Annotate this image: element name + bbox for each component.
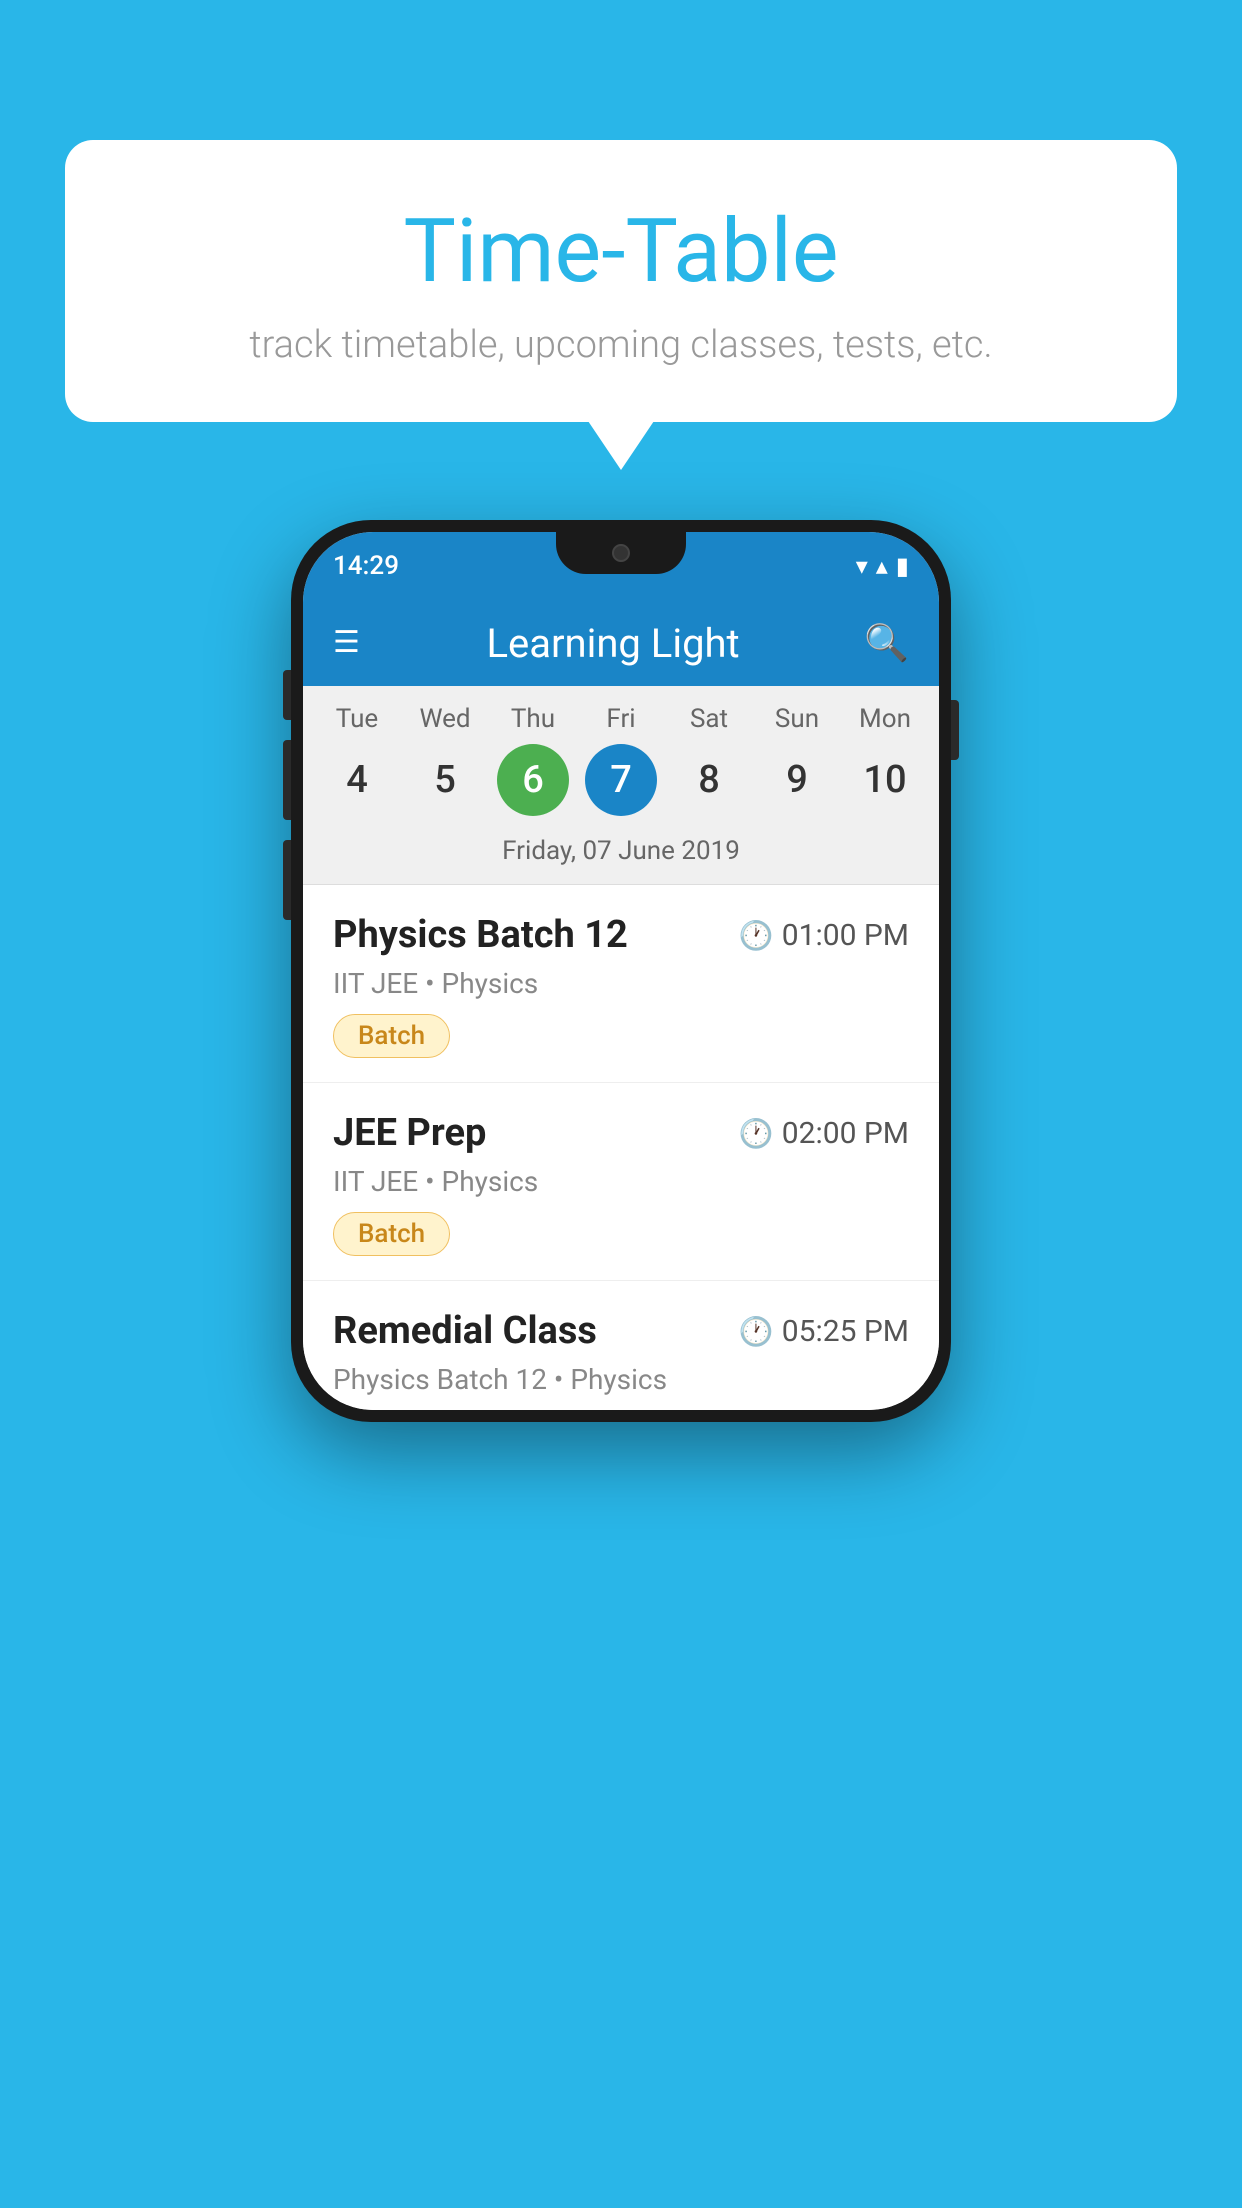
- day-7-selected[interactable]: 7: [585, 744, 657, 816]
- schedule-subtitle-1: IIT JEE • Physics: [333, 967, 909, 1000]
- day-10[interactable]: 10: [849, 744, 921, 816]
- day-labels: Tue Wed Thu Fri Sat Sun Mon: [303, 704, 939, 734]
- clock-icon-1: 🕐: [739, 919, 774, 952]
- schedule-row1-item2: JEE Prep 🕐 02:00 PM: [333, 1111, 909, 1155]
- batch-tag-2: Batch: [333, 1212, 450, 1256]
- schedule-subtitle-2: IIT JEE • Physics: [333, 1165, 909, 1198]
- phone-screen: 14:29 ▾ ▴ ▮ ☰ Learning Light 🔍 Tue: [303, 532, 939, 1410]
- schedule-time-1: 🕐 01:00 PM: [739, 918, 909, 953]
- power-button: [951, 700, 959, 760]
- day-numbers: 4 5 6 7 8 9 10: [303, 744, 939, 816]
- clock-icon-2: 🕐: [739, 1117, 774, 1150]
- speech-bubble-container: Time-Table track timetable, upcoming cla…: [65, 140, 1177, 422]
- day-6-today[interactable]: 6: [497, 744, 569, 816]
- schedule-time-3: 🕐 05:25 PM: [739, 1314, 909, 1349]
- schedule-row1-item3: Remedial Class 🕐 05:25 PM: [333, 1309, 909, 1353]
- day-label-sun: Sun: [761, 704, 833, 734]
- speech-bubble: Time-Table track timetable, upcoming cla…: [65, 140, 1177, 422]
- calendar-strip: Tue Wed Thu Fri Sat Sun Mon 4 5 6 7 8 9 …: [303, 686, 939, 885]
- time-value-3: 05:25 PM: [782, 1314, 909, 1349]
- schedule-item-1[interactable]: Physics Batch 12 🕐 01:00 PM IIT JEE • Ph…: [303, 885, 939, 1083]
- schedule-title-3: Remedial Class: [333, 1309, 597, 1353]
- bubble-title: Time-Table: [115, 200, 1127, 303]
- status-time: 14:29: [333, 551, 399, 581]
- schedule-item-3[interactable]: Remedial Class 🕐 05:25 PM Physics Batch …: [303, 1281, 939, 1410]
- day-label-wed: Wed: [409, 704, 481, 734]
- search-icon[interactable]: 🔍: [864, 622, 909, 664]
- status-bar: 14:29 ▾ ▴ ▮: [303, 532, 939, 600]
- day-label-mon: Mon: [849, 704, 921, 734]
- clock-icon-3: 🕐: [739, 1315, 774, 1348]
- day-9[interactable]: 9: [761, 744, 833, 816]
- phone-outer: 14:29 ▾ ▴ ▮ ☰ Learning Light 🔍 Tue: [291, 520, 951, 1422]
- schedule-time-2: 🕐 02:00 PM: [739, 1116, 909, 1151]
- time-value-2: 02:00 PM: [782, 1116, 909, 1151]
- battery-icon: ▮: [896, 552, 909, 580]
- volume-up-button: [283, 740, 291, 820]
- schedule-title-1: Physics Batch 12: [333, 913, 628, 957]
- schedule-list: Physics Batch 12 🕐 01:00 PM IIT JEE • Ph…: [303, 885, 939, 1410]
- day-5[interactable]: 5: [409, 744, 481, 816]
- app-header: ☰ Learning Light 🔍: [303, 600, 939, 686]
- signal-icon: ▴: [876, 552, 888, 580]
- schedule-row1-item1: Physics Batch 12 🕐 01:00 PM: [333, 913, 909, 957]
- phone-mockup: 14:29 ▾ ▴ ▮ ☰ Learning Light 🔍 Tue: [291, 520, 951, 1422]
- bubble-subtitle: track timetable, upcoming classes, tests…: [115, 323, 1127, 367]
- day-4[interactable]: 4: [321, 744, 393, 816]
- day-label-thu: Thu: [497, 704, 569, 734]
- volume-down-button: [283, 840, 291, 920]
- schedule-item-2[interactable]: JEE Prep 🕐 02:00 PM IIT JEE • Physics Ba…: [303, 1083, 939, 1281]
- schedule-title-2: JEE Prep: [333, 1111, 486, 1155]
- selected-date: Friday, 07 June 2019: [303, 828, 939, 885]
- day-label-fri: Fri: [585, 704, 657, 734]
- app-title: Learning Light: [486, 620, 739, 667]
- batch-tag-1: Batch: [333, 1014, 450, 1058]
- schedule-subtitle-3: Physics Batch 12 • Physics: [333, 1363, 909, 1396]
- day-label-sat: Sat: [673, 704, 745, 734]
- menu-icon[interactable]: ☰: [333, 628, 362, 658]
- phone-notch: [556, 532, 686, 574]
- day-8[interactable]: 8: [673, 744, 745, 816]
- status-icons: ▾ ▴ ▮: [856, 552, 909, 580]
- wifi-icon: ▾: [856, 552, 868, 580]
- front-camera: [612, 544, 630, 562]
- mute-button: [283, 670, 291, 720]
- time-value-1: 01:00 PM: [782, 918, 909, 953]
- day-label-tue: Tue: [321, 704, 393, 734]
